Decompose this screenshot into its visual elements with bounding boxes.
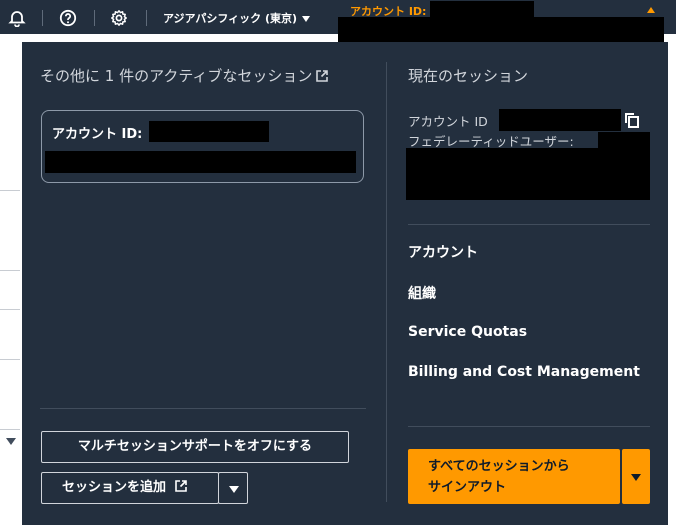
- account-dropdown-panel: その他に 1 件のアクティブなセッション アカウント ID: マルチセッションサ…: [22, 42, 668, 525]
- current-session-heading: 現在のセッション: [408, 67, 529, 85]
- caret-down-icon: [229, 486, 239, 493]
- caret-down-icon: [631, 474, 641, 481]
- external-link-icon: [315, 69, 329, 87]
- right-divider: [408, 426, 650, 427]
- add-session-label: セッションを追加: [62, 480, 167, 495]
- region-label: アジアパシフィック (東京): [163, 12, 298, 25]
- nav-separator: [42, 10, 43, 26]
- nav-separator: [94, 10, 95, 26]
- caret-down-icon: [302, 16, 311, 22]
- nav-separator: [146, 10, 147, 26]
- sign-out-all-label: すべてのセッションから サインアウト: [428, 459, 570, 495]
- redacted-session-user: [45, 151, 356, 173]
- menu-item-billing[interactable]: Billing and Cost Management: [408, 364, 640, 380]
- page-divider: [0, 190, 20, 191]
- caret-up-icon: [647, 7, 655, 13]
- multi-session-off-button[interactable]: マルチセッションサポートをオフにする: [41, 431, 349, 463]
- current-account-id-label: アカウント ID: [408, 114, 488, 129]
- add-session-button[interactable]: セッションを追加: [41, 472, 219, 504]
- menu-item-account[interactable]: アカウント: [408, 242, 478, 262]
- add-session-dropdown-button[interactable]: [218, 472, 248, 504]
- other-sessions-heading[interactable]: その他に 1 件のアクティブなセッション: [40, 65, 329, 87]
- top-navigation: アジアパシフィック (東京) アカウント ID:: [0, 0, 676, 42]
- menu-item-organization[interactable]: 組織: [408, 283, 436, 303]
- page-divider: [0, 309, 20, 310]
- region-selector[interactable]: アジアパシフィック (東京): [163, 10, 311, 26]
- sign-out-all-button[interactable]: すべてのセッションから サインアウト: [408, 449, 620, 504]
- chevron-down-icon[interactable]: [6, 438, 16, 445]
- copy-icon[interactable]: [623, 111, 641, 129]
- redacted-session-account-id: [149, 121, 269, 142]
- bell-icon[interactable]: [8, 9, 26, 28]
- federated-user-label: フェデレーティッドユーザー:: [408, 134, 574, 149]
- session-card[interactable]: アカウント ID:: [41, 110, 364, 183]
- page-divider: [0, 270, 20, 271]
- gear-icon[interactable]: [110, 9, 128, 27]
- left-divider: [40, 408, 366, 409]
- account-menu-button[interactable]: アカウント ID:: [338, 0, 676, 42]
- page-divider: [0, 429, 20, 430]
- menu-item-service-quotas[interactable]: Service Quotas: [408, 324, 527, 340]
- redacted-account-name: [338, 17, 664, 42]
- column-divider: [386, 62, 387, 502]
- external-link-icon: [174, 475, 188, 505]
- right-divider: [408, 224, 650, 225]
- other-sessions-title: その他に 1 件のアクティブなセッション: [40, 67, 313, 85]
- sign-out-dropdown-button[interactable]: [622, 449, 650, 504]
- page-divider: [0, 359, 20, 360]
- redacted-current-account-id: [499, 109, 621, 131]
- session-account-label: アカウント ID:: [52, 127, 143, 142]
- redacted-account-id: [430, 1, 534, 18]
- background-page: [0, 34, 22, 525]
- help-icon[interactable]: [59, 9, 77, 27]
